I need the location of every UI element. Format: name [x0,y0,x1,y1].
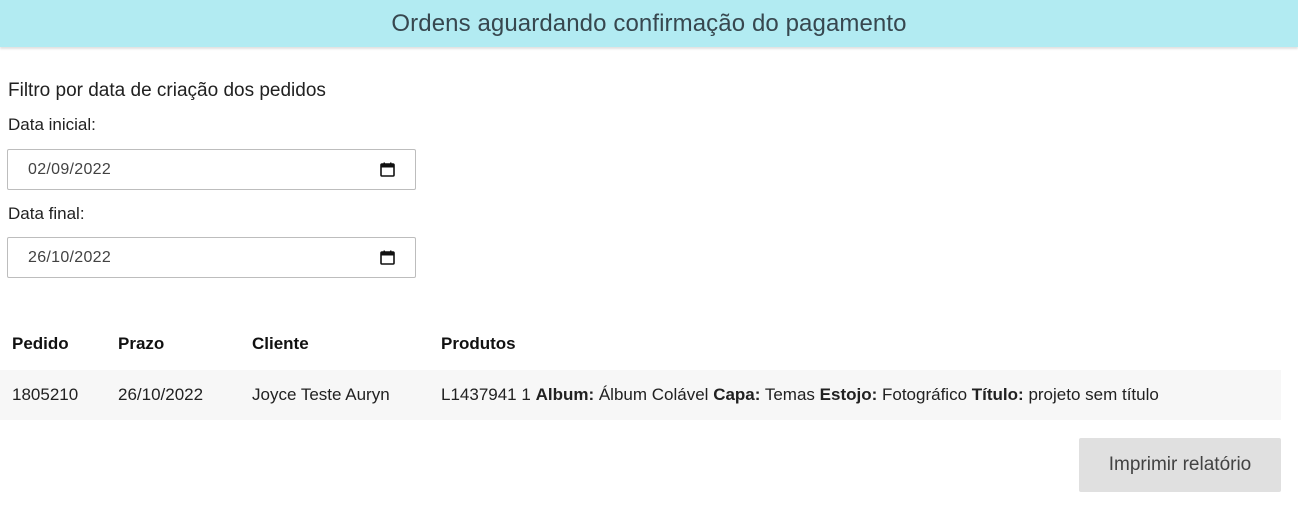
table-row: 1805210 26/10/2022 Joyce Teste Auryn L14… [0,370,1281,420]
cell-produtos: L1437941 1 Album: Álbum Colável Capa: Te… [429,370,1281,420]
cell-cliente: Joyce Teste Auryn [240,370,429,420]
page-title: Ordens aguardando confirmação do pagamen… [391,9,907,37]
calendar-icon[interactable] [380,162,395,177]
estojo-label: Estojo: [819,385,878,404]
column-header-cliente: Cliente [252,334,309,353]
column-header-pedido: Pedido [12,334,69,353]
end-date-value[interactable]: 26/10/2022 [28,249,111,267]
capa-value: Temas [764,385,815,404]
column-header-produtos: Produtos [441,334,516,353]
estojo-value: Fotográfico [882,385,968,404]
end-date-input[interactable]: 26/10/2022 [7,237,416,278]
orders-table: Pedido Prazo Cliente Produtos 1805210 26… [0,318,1281,420]
start-date-value[interactable]: 02/09/2022 [28,161,111,179]
album-label: Album: [535,385,595,404]
capa-label: Capa: [713,385,761,404]
cell-prazo: 26/10/2022 [106,370,240,420]
calendar-icon[interactable] [380,250,395,265]
column-header-prazo: Prazo [118,334,165,353]
titulo-value: projeto sem título [1028,385,1159,404]
start-date-label: Data inicial: [8,115,96,134]
filter-title: Filtro por data de criação dos pedidos [8,80,326,101]
page-header: Ordens aguardando confirmação do pagamen… [0,0,1298,47]
titulo-label: Título: [971,385,1024,404]
product-code: L1437941 1 [441,385,531,404]
start-date-input[interactable]: 02/09/2022 [7,149,416,190]
cell-pedido: 1805210 [0,370,106,420]
album-value: Álbum Colável [598,385,709,404]
print-report-button[interactable]: Imprimir relatório [1079,438,1281,492]
table-header-row: Pedido Prazo Cliente Produtos [0,318,1281,370]
end-date-label: Data final: [8,204,85,223]
